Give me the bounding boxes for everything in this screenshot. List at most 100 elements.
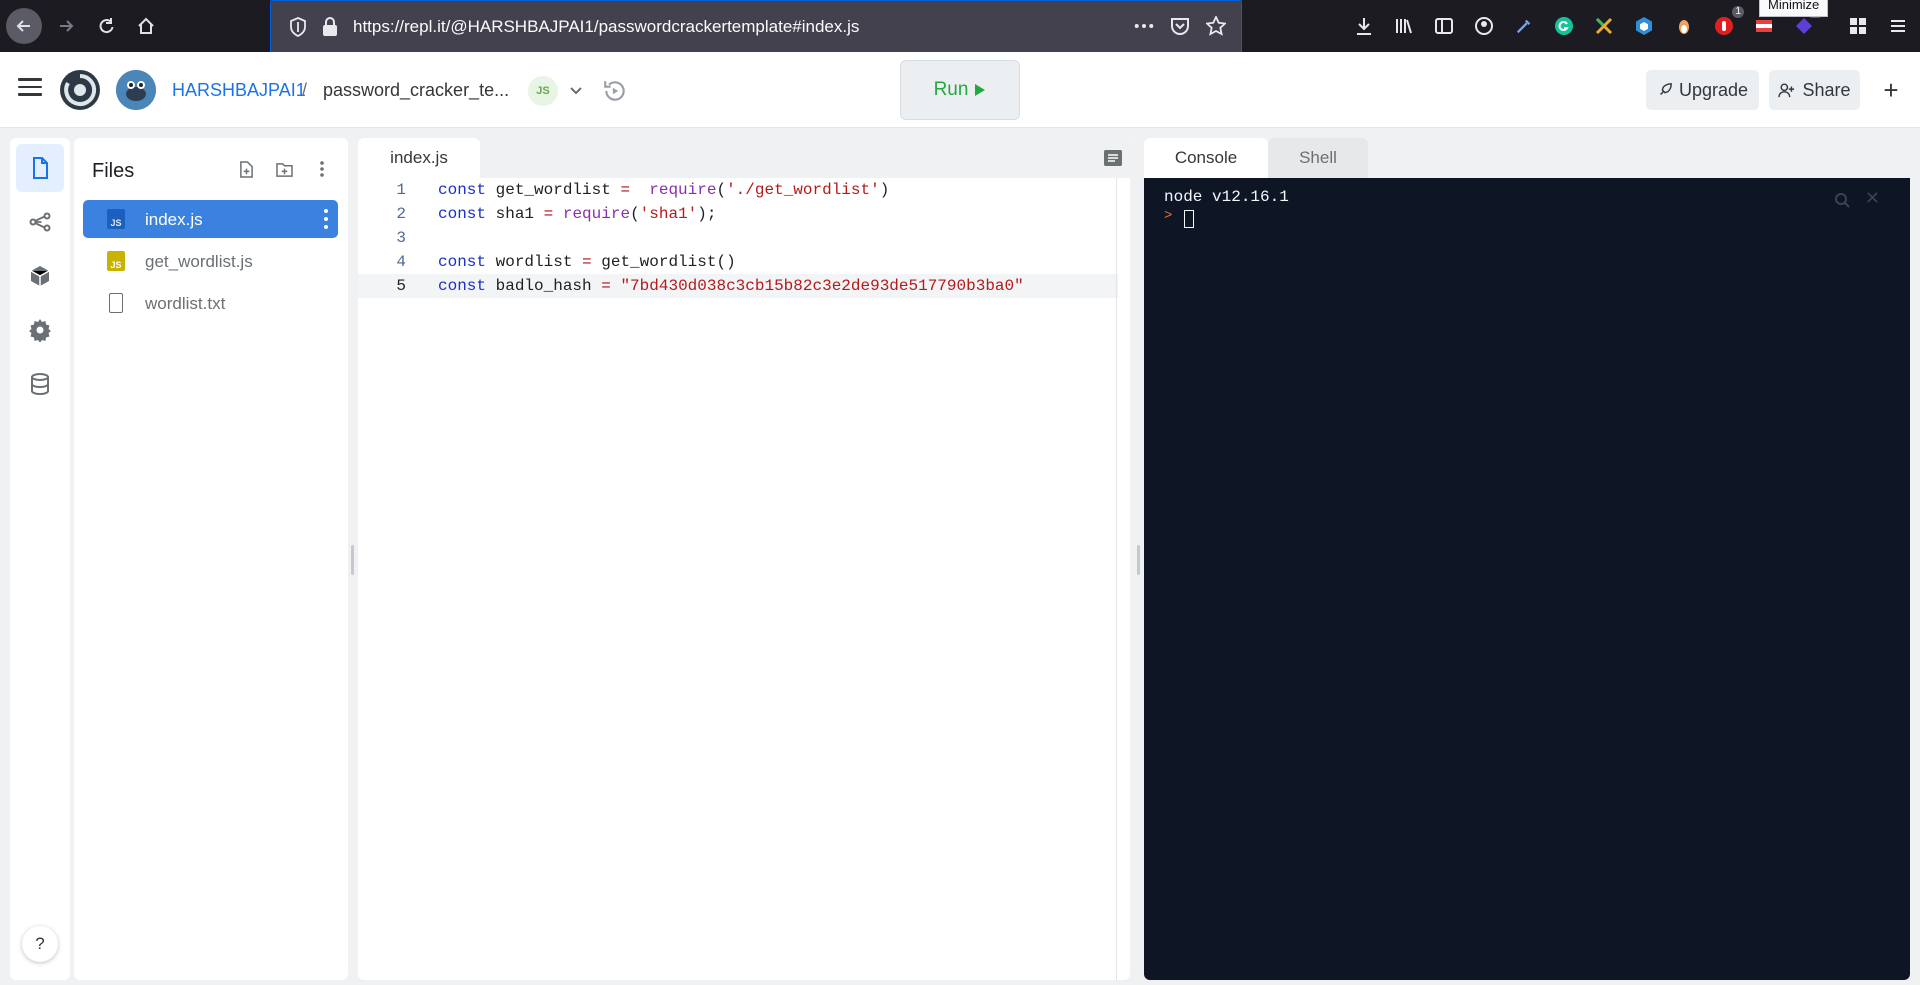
javascript-file-icon: JS bbox=[107, 251, 125, 271]
add-user-icon bbox=[1778, 83, 1795, 98]
star-icon[interactable] bbox=[1205, 15, 1227, 37]
replit-logo[interactable] bbox=[60, 70, 100, 110]
chevron-down-icon[interactable] bbox=[570, 82, 582, 98]
code-token: ) bbox=[879, 181, 890, 199]
code-token: = bbox=[543, 205, 554, 223]
database-icon[interactable] bbox=[16, 360, 64, 408]
code-token: const bbox=[438, 181, 487, 199]
terminal[interactable]: node v12.16.1 > ✕ bbox=[1144, 178, 1910, 980]
panel-resize-handle[interactable] bbox=[1137, 545, 1140, 575]
pocket-icon[interactable] bbox=[1169, 15, 1191, 37]
code-text[interactable]: const get_wordlist = require('./get_word… bbox=[438, 178, 889, 202]
reload-icon[interactable] bbox=[88, 8, 124, 44]
file-item-wordlist-txt[interactable]: wordlist.txt bbox=[83, 284, 338, 322]
file-item-index-js[interactable]: JS index.js bbox=[83, 200, 338, 238]
language-badge[interactable]: JS bbox=[528, 76, 558, 106]
code-token: sha1 bbox=[486, 205, 544, 223]
extensions-icon[interactable] bbox=[1846, 14, 1870, 38]
lock-icon[interactable] bbox=[321, 16, 339, 38]
account-icon[interactable] bbox=[1472, 14, 1496, 38]
avatar[interactable] bbox=[116, 70, 156, 110]
code-token: 'sha1' bbox=[639, 205, 698, 223]
code-text[interactable]: const sha1 = require('sha1'); bbox=[438, 202, 716, 226]
code-token: const bbox=[438, 253, 487, 271]
fire-extension-icon[interactable] bbox=[1672, 14, 1696, 38]
back-arrow-icon[interactable] bbox=[6, 8, 42, 44]
share-label: Share bbox=[1802, 79, 1851, 100]
packages-icon[interactable] bbox=[16, 252, 64, 300]
blocker-extension-icon[interactable]: 1 bbox=[1712, 6, 1744, 38]
hamburger-menu-icon[interactable] bbox=[18, 78, 42, 98]
tab-shell[interactable]: Shell bbox=[1268, 138, 1368, 178]
code-line[interactable]: 2 const sha1 = require('sha1'); bbox=[358, 202, 1118, 226]
code-token: ( bbox=[630, 205, 640, 223]
code-area[interactable]: 1 const get_wordlist = require('./get_wor… bbox=[358, 178, 1118, 298]
prompt-icon: > bbox=[1164, 208, 1173, 224]
file-name: index.js bbox=[145, 210, 203, 229]
more-icon[interactable] bbox=[1133, 15, 1155, 37]
address-bar[interactable]: https://repl.it/@HARSHBAJPAI1/passwordcr… bbox=[270, 0, 1242, 54]
code-line[interactable]: 5 const badlo_hash = "7bd430d038c3cb15b82… bbox=[358, 274, 1118, 298]
code-token: "7bd430d038c3cb15b82c3e2de93de517790b3ba… bbox=[620, 277, 1024, 295]
version-control-icon[interactable] bbox=[16, 198, 64, 246]
settings-icon[interactable] bbox=[16, 306, 64, 354]
code-token: = bbox=[582, 253, 592, 271]
search-icon[interactable] bbox=[1834, 192, 1850, 208]
color-picker-icon[interactable] bbox=[1512, 14, 1536, 38]
add-button[interactable]: + bbox=[1876, 70, 1906, 110]
cube-extension-icon[interactable] bbox=[1632, 14, 1656, 38]
file-item-get-wordlist-js[interactable]: JS get_wordlist.js bbox=[83, 242, 338, 280]
code-line[interactable]: 3 bbox=[358, 226, 1118, 250]
purple-extension-icon[interactable]: 13 bbox=[1792, 6, 1824, 38]
tooltip: Minimize bbox=[1759, 0, 1829, 17]
shield-icon[interactable] bbox=[289, 17, 307, 38]
editor-tab-bar: index.js bbox=[358, 138, 1130, 178]
code-token: ); bbox=[697, 205, 717, 223]
editor-scrollbar[interactable] bbox=[1116, 178, 1130, 980]
code-token: const bbox=[438, 205, 487, 223]
download-icon[interactable] bbox=[1352, 14, 1376, 38]
tab-console[interactable]: Console bbox=[1144, 138, 1268, 178]
run-button[interactable]: Run bbox=[900, 60, 1020, 120]
code-line[interactable]: 1 const get_wordlist = require('./get_wor… bbox=[358, 178, 1118, 202]
editor-menu-icon[interactable] bbox=[1104, 150, 1122, 166]
code-token: wordlist bbox=[486, 253, 583, 271]
help-icon[interactable]: ? bbox=[22, 926, 58, 962]
new-folder-icon[interactable] bbox=[274, 158, 294, 180]
close-icon[interactable]: ✕ bbox=[1865, 188, 1880, 209]
upgrade-label: Upgrade bbox=[1678, 79, 1749, 100]
tool-rail: ? bbox=[10, 138, 70, 980]
console-tab-bar: Console Shell bbox=[1144, 138, 1910, 178]
code-line[interactable]: 4 const wordlist = get_wordlist() bbox=[358, 250, 1118, 274]
file-menu-icon[interactable] bbox=[322, 209, 330, 229]
browser-toolbar: https://repl.it/@HARSHBAJPAI1/passwordcr… bbox=[0, 0, 1920, 54]
run-label: Run bbox=[933, 79, 969, 100]
forward-arrow-icon[interactable] bbox=[48, 8, 84, 44]
code-editor[interactable]: index.js 1 const get_wordlist = require('… bbox=[358, 138, 1130, 980]
code-token: get_wordlist() bbox=[591, 253, 736, 271]
home-icon[interactable] bbox=[128, 8, 164, 44]
code-token: ( bbox=[716, 181, 727, 199]
panel-resize-handle[interactable] bbox=[351, 545, 354, 575]
share-button[interactable]: Share bbox=[1769, 70, 1860, 110]
tools-extension-icon[interactable] bbox=[1592, 14, 1616, 38]
new-file-icon[interactable] bbox=[236, 158, 256, 180]
files-icon[interactable] bbox=[16, 144, 64, 192]
app-menu-icon[interactable] bbox=[1886, 14, 1910, 38]
sidebar-icon[interactable] bbox=[1432, 14, 1456, 38]
code-token: require bbox=[649, 181, 717, 199]
breadcrumb-repl-name[interactable]: password_cracker_te... bbox=[323, 80, 509, 101]
code-text[interactable]: const wordlist = get_wordlist() bbox=[438, 250, 736, 274]
tab-index-js[interactable]: index.js bbox=[358, 138, 480, 178]
history-icon[interactable] bbox=[602, 78, 630, 106]
url-text[interactable]: https://repl.it/@HARSHBAJPAI1/passwordcr… bbox=[353, 17, 859, 37]
more-options-icon[interactable] bbox=[312, 158, 332, 180]
code-text[interactable]: const badlo_hash = "7bd430d038c3cb15b82c… bbox=[438, 274, 1024, 298]
flag-extension-icon[interactable] bbox=[1752, 14, 1776, 38]
grammarly-icon[interactable] bbox=[1552, 14, 1576, 38]
library-icon[interactable] bbox=[1392, 14, 1416, 38]
upgrade-button[interactable]: Upgrade bbox=[1646, 70, 1759, 110]
code-token: = bbox=[601, 277, 611, 295]
breadcrumb-username[interactable]: HARSHBAJPAI1 bbox=[172, 80, 306, 101]
